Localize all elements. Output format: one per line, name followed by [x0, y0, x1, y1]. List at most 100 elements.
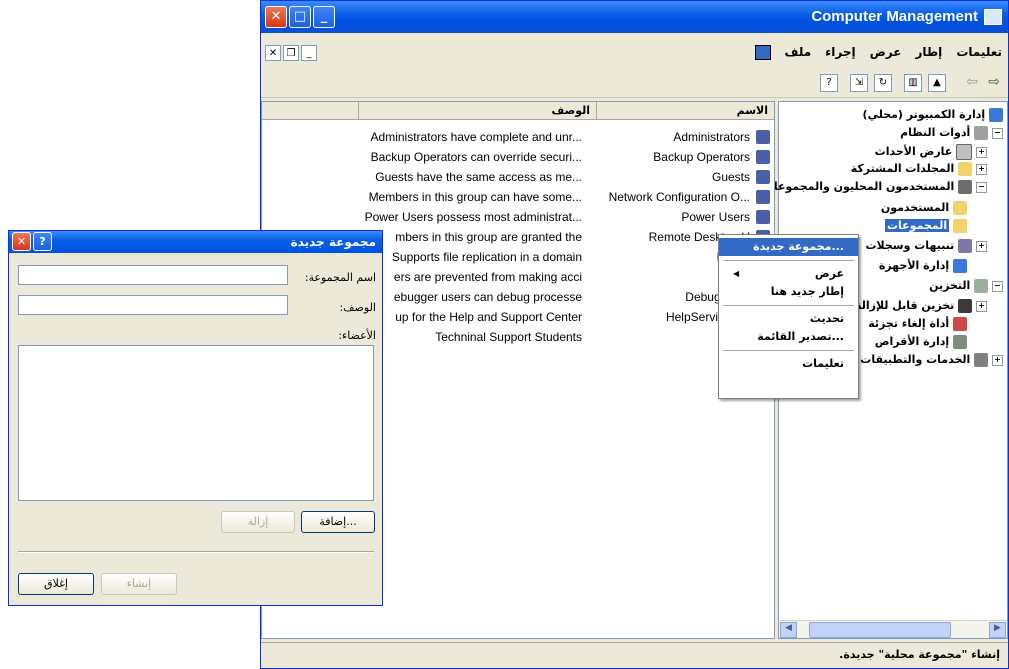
expand-icon[interactable]: +: [976, 300, 987, 312]
table-row[interactable]: Power Users Power Users possess most admi…: [262, 208, 774, 228]
menu-bar: ملف إجراء عرض إطار تعليمات: [261, 41, 1008, 65]
context-separator: [723, 350, 854, 351]
expand-icon[interactable]: +: [976, 163, 987, 175]
group-description-cell: Power Users possess most administrat...: [364, 210, 582, 224]
context-item-view-label: عرض: [814, 267, 844, 280]
tree-label: تخزين قابل للإزالة: [855, 299, 955, 312]
tree-item-system-tools[interactable]: − أدوات النظام: [900, 126, 1003, 144]
column-header-description[interactable]: الوصف: [358, 102, 596, 120]
tree-item-local-users-groups[interactable]: − المستخدمون المحليون والمجموعات: [763, 180, 987, 198]
members-list[interactable]: [18, 345, 374, 501]
back-icon[interactable]: ⇦: [966, 74, 978, 90]
table-row[interactable]: Guests Guests have the same access as me.…: [262, 168, 774, 188]
tree-label: المجلدات المشتركة: [850, 162, 955, 175]
context-item-refresh[interactable]: تحديث: [719, 310, 858, 328]
submenu-arrow-icon: ◀: [733, 269, 740, 278]
context-item-new-group[interactable]: مجموعة جديدة...: [719, 238, 858, 256]
scroll-thumb[interactable]: [809, 622, 951, 638]
tree-label: المستخدمون: [880, 201, 950, 214]
computer-icon: [989, 108, 1003, 122]
expand-icon[interactable]: +: [976, 146, 987, 158]
table-row[interactable]: Backup Operators Backup Operators can ove…: [262, 148, 774, 168]
toolbar: ⇨ ⇦ ▲ ▥ ↻ ⇲ ?: [261, 69, 1008, 98]
group-icon: [756, 170, 770, 184]
tree-item-groups[interactable]: المجموعات: [884, 219, 967, 237]
dialog-help-icon[interactable]: ?: [33, 232, 52, 251]
forward-icon[interactable]: ⇨: [988, 74, 1000, 90]
close-icon[interactable]: ✕: [265, 6, 287, 28]
status-text: إنشاء "مجموعة محلية" جديدة.: [839, 648, 1000, 661]
tree-item-services-apps[interactable]: + الخدمات والتطبيقات: [860, 353, 1003, 371]
tree-item-disk-management[interactable]: إدارة الأقراص: [875, 335, 967, 353]
tree-label: أدوات النظام: [900, 126, 971, 139]
menu-help[interactable]: تعليمات: [956, 45, 1002, 60]
dialog-close-icon[interactable]: ✕: [12, 232, 31, 251]
table-row[interactable]: Network Configuration O... Members in thi…: [262, 188, 774, 208]
context-item-view[interactable]: عرض ◀: [719, 265, 858, 283]
group-description-cell: Members in this group can have some...: [368, 190, 582, 204]
group-name-cell: Administrators: [673, 130, 750, 144]
minimize-icon[interactable]: _: [313, 6, 335, 28]
tree-label: المستخدمون المحليون والمجموعات: [762, 180, 955, 193]
tree-horizontal-scrollbar[interactable]: ◀ ▶: [779, 620, 1007, 638]
collapse-icon[interactable]: −: [992, 280, 1003, 292]
tree-item-defragmenter[interactable]: أداة إلغاء تجزئة: [868, 317, 967, 335]
description-input[interactable]: [18, 295, 288, 315]
collapse-icon[interactable]: −: [976, 181, 987, 193]
context-item-export-list[interactable]: تصدير القائمة...: [719, 328, 858, 346]
group-description-cell: Backup Operators can override securi...: [370, 150, 582, 164]
menu-window[interactable]: إطار: [915, 45, 942, 60]
context-item-new-window[interactable]: إطار جديد هنا: [719, 283, 858, 301]
group-name-cell: Power Users: [681, 210, 750, 224]
expand-icon[interactable]: +: [992, 354, 1003, 366]
group-icon: [756, 150, 770, 164]
tree-item-event-viewer[interactable]: + عارض الأحداث: [875, 144, 987, 162]
tree-item-shared-folders[interactable]: + المجلدات المشتركة: [851, 162, 987, 180]
context-separator: [723, 305, 854, 306]
group-description-cell: Administrators have complete and unr...: [370, 130, 582, 144]
maximize-icon[interactable]: □: [289, 6, 311, 28]
column-header-name[interactable]: الاسم: [596, 102, 774, 120]
menu-action[interactable]: إجراء: [825, 45, 855, 60]
group-description-cell: ebugger users can debug processe: [393, 290, 582, 304]
tree-root[interactable]: إدارة الكمبيوتر (محلي): [863, 108, 1003, 126]
add-member-button[interactable]: إضافة...: [301, 511, 375, 533]
window-title: Computer Management: [811, 8, 978, 25]
tree-label: التخزين: [929, 279, 971, 292]
menu-view[interactable]: عرض: [870, 45, 902, 60]
group-icon: [756, 130, 770, 144]
menu-file[interactable]: ملف: [785, 45, 812, 60]
tree-label: تنبيهات وسجلات: [865, 239, 955, 252]
help-icon[interactable]: ?: [820, 74, 838, 92]
tree-item-users[interactable]: المستخدمون: [881, 201, 967, 219]
table-row[interactable]: Administrators Administrators have comple…: [262, 128, 774, 148]
group-name-input[interactable]: [18, 265, 288, 285]
scroll-left-icon[interactable]: ◀: [780, 622, 797, 638]
tree-item-removable-storage[interactable]: + تخزين قابل للإزالة: [855, 299, 987, 317]
tree-item-alerts-logs[interactable]: + تنبيهات وسجلات: [865, 239, 987, 257]
storage-icon: [974, 279, 989, 293]
remove-member-button[interactable]: إزالة: [221, 511, 295, 533]
context-item-help[interactable]: تعليمات: [719, 355, 858, 373]
up-folder-icon[interactable]: ▲: [928, 74, 946, 92]
tree-label: إدارة الأجهزة: [878, 259, 950, 272]
show-hide-tree-icon[interactable]: ▥: [904, 74, 922, 92]
expand-icon[interactable]: +: [976, 240, 987, 252]
group-description-cell: mbers in this group are granted the: [395, 230, 582, 244]
create-button[interactable]: إنشاء: [101, 573, 177, 595]
context-menu: مجموعة جديدة... عرض ◀ إطار جديد هنا تحدي…: [718, 234, 859, 399]
tree-item-device-manager[interactable]: إدارة الأجهزة: [879, 259, 967, 277]
disk-management-icon: [953, 335, 967, 349]
scroll-right-icon[interactable]: ▶: [989, 622, 1006, 638]
tree-root-label: إدارة الكمبيوتر (محلي): [862, 108, 986, 121]
group-name-label: اسم المجموعة:: [304, 271, 376, 284]
close-button[interactable]: إغلاق: [18, 573, 94, 595]
group-icon: [756, 190, 770, 204]
tree-item-storage[interactable]: − التخزين: [929, 279, 1003, 297]
export-list-icon[interactable]: ⇲: [850, 74, 868, 92]
collapse-icon[interactable]: −: [992, 127, 1003, 139]
group-description-cell: Techninal Support Students: [435, 330, 582, 344]
refresh-icon[interactable]: ↻: [874, 74, 892, 92]
dialog-title-bar[interactable]: ✕ ? مجموعة جديدة: [9, 231, 382, 253]
main-title-bar[interactable]: ✕ □ _ Computer Management: [261, 1, 1008, 33]
